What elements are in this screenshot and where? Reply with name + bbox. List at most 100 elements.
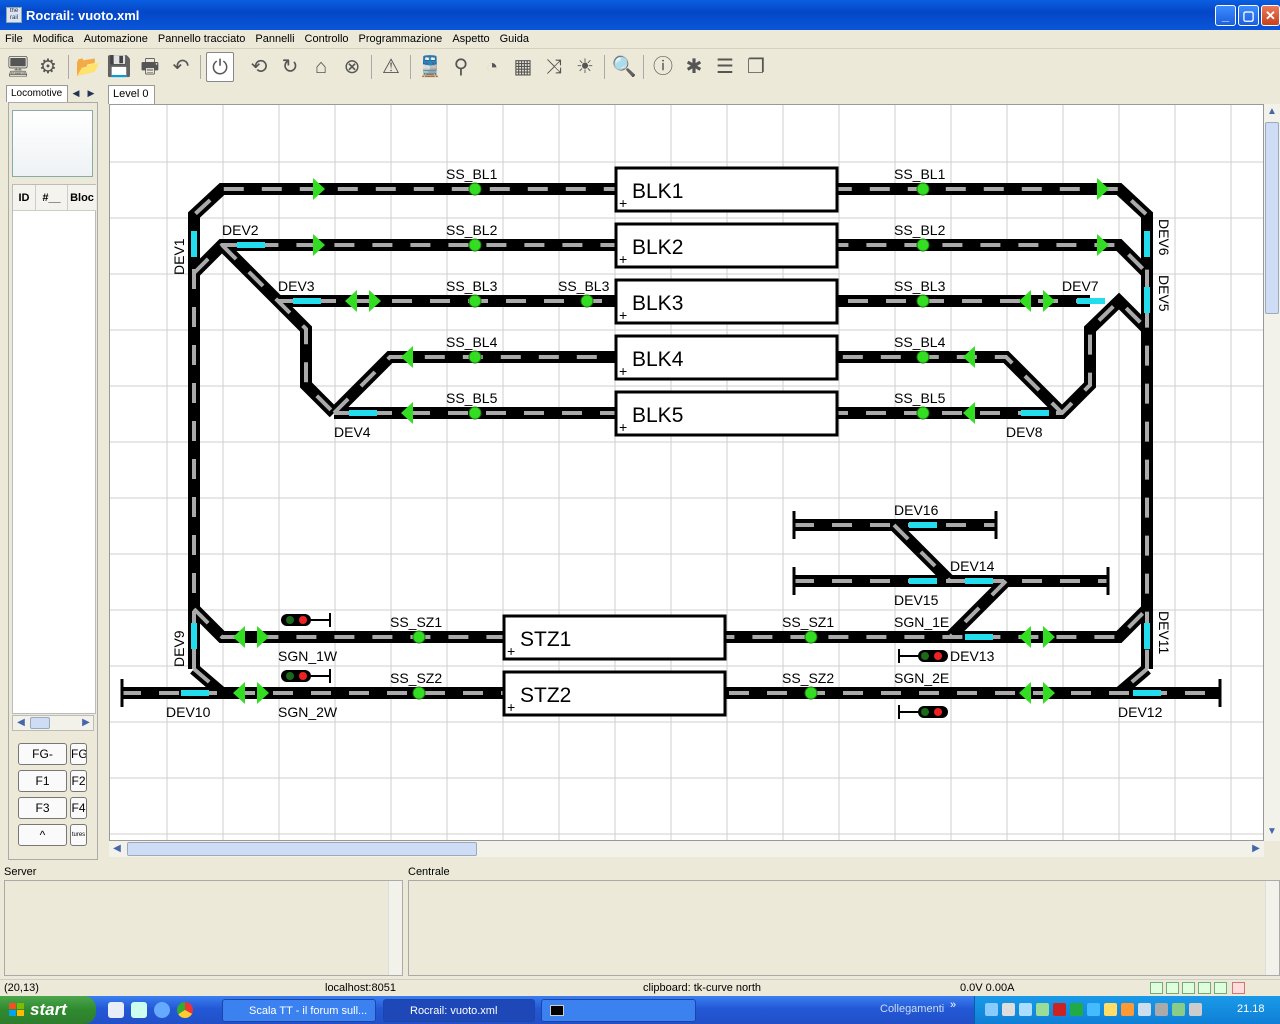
scroll-right-icon[interactable]: ▶ bbox=[78, 715, 94, 731]
tab-locomotive[interactable]: Locomotive bbox=[6, 85, 68, 102]
menu-pannelli[interactable]: Pannelli bbox=[250, 30, 299, 48]
track-bl3-west[interactable] bbox=[217, 240, 339, 418]
tray-antivirus-icon[interactable] bbox=[1053, 1003, 1066, 1016]
central-log-scrollbar[interactable] bbox=[1265, 881, 1279, 975]
tab-scroll-left-icon[interactable]: ◀ bbox=[70, 86, 82, 100]
menu-modifica[interactable]: Modifica bbox=[28, 30, 79, 48]
dev9-indicator[interactable] bbox=[191, 623, 197, 649]
column-header-block[interactable]: Bloc bbox=[68, 185, 96, 211]
server-log[interactable] bbox=[4, 880, 403, 976]
quicklaunch-ie-icon[interactable] bbox=[154, 1002, 170, 1018]
bug-icon[interactable]: ✱ bbox=[680, 52, 708, 82]
menu-guida[interactable]: Guida bbox=[495, 30, 534, 48]
dev16-indicator[interactable] bbox=[909, 522, 937, 528]
sensor-bl1-west[interactable] bbox=[468, 182, 482, 196]
dev7-indicator[interactable] bbox=[1077, 298, 1105, 304]
signal-sgn-2w[interactable] bbox=[281, 669, 331, 683]
fg-plus-button[interactable]: FG+ bbox=[70, 743, 87, 765]
column-header-address[interactable]: #__ bbox=[36, 185, 68, 211]
sensor-bl3-west[interactable] bbox=[468, 294, 482, 308]
settings-icon[interactable]: ⚙ bbox=[34, 52, 62, 82]
tray-network-icon[interactable] bbox=[985, 1003, 998, 1016]
plan-vertical-scrollbar[interactable]: ▲ ▼ bbox=[1264, 104, 1280, 841]
tray-volume-icon[interactable] bbox=[1189, 1003, 1202, 1016]
tab-level-0[interactable]: Level 0 bbox=[108, 85, 155, 104]
quicklaunch-desktop-icon[interactable] bbox=[108, 1002, 124, 1018]
f1-button[interactable]: F1 bbox=[18, 770, 67, 792]
dev15-indicator[interactable] bbox=[909, 578, 937, 584]
sensor-bl2-west[interactable] bbox=[468, 238, 482, 252]
grid-icon[interactable]: ▦ bbox=[509, 52, 537, 82]
server-log-scrollbar[interactable] bbox=[388, 881, 402, 975]
minimize-button[interactable]: _ bbox=[1215, 5, 1236, 26]
sensor-bl5-west[interactable] bbox=[468, 406, 482, 420]
fg-minus-button[interactable]: FG- bbox=[18, 743, 67, 765]
sensor-sz2-east[interactable] bbox=[804, 686, 818, 700]
quicklaunch-explorer-icon[interactable] bbox=[131, 1002, 147, 1018]
dev10-indicator[interactable] bbox=[181, 690, 209, 696]
menu-aspetto[interactable]: Aspetto bbox=[447, 30, 494, 48]
menu-controllo[interactable]: Controllo bbox=[300, 30, 354, 48]
scroll-thumb[interactable] bbox=[127, 842, 477, 856]
cycle-icon[interactable]: ⟲ bbox=[245, 52, 273, 82]
scroll-left-icon[interactable]: ◀ bbox=[109, 841, 125, 857]
menu-pannello-tracciato[interactable]: Pannello tracciato bbox=[153, 30, 250, 48]
dev14-indicator[interactable] bbox=[965, 578, 993, 584]
dev1-indicator[interactable] bbox=[191, 231, 197, 257]
start-button[interactable]: start bbox=[0, 996, 96, 1024]
dev2-indicator[interactable] bbox=[237, 242, 265, 248]
f2-button[interactable]: F2 bbox=[70, 770, 87, 792]
tray-messenger-icon[interactable] bbox=[1104, 1003, 1117, 1016]
dev3-indicator[interactable] bbox=[293, 298, 321, 304]
quicklaunch-chrome-icon[interactable] bbox=[177, 1002, 193, 1018]
sensor-bl4-west[interactable] bbox=[468, 350, 482, 364]
central-log[interactable] bbox=[408, 880, 1280, 976]
scroll-down-icon[interactable]: ▼ bbox=[1264, 824, 1280, 840]
f3-button[interactable]: F3 bbox=[18, 797, 67, 819]
tray-app-icon[interactable] bbox=[1070, 1003, 1083, 1016]
stop-icon[interactable]: ⊗ bbox=[338, 52, 366, 82]
tab-scroll-right-icon[interactable]: ▶ bbox=[85, 86, 97, 100]
shuffle-icon[interactable]: ⤨ bbox=[540, 52, 568, 82]
tray-firefox-icon[interactable] bbox=[1121, 1003, 1134, 1016]
scroll-thumb[interactable] bbox=[30, 717, 50, 729]
tray-device-icon[interactable] bbox=[1019, 1003, 1032, 1016]
maximize-button[interactable]: ▢ bbox=[1238, 5, 1259, 26]
sensor-bl3-west2[interactable] bbox=[580, 294, 594, 308]
sensor-bl1-east[interactable] bbox=[916, 182, 930, 196]
sensor-sz2-west[interactable] bbox=[412, 686, 426, 700]
dev4-indicator[interactable] bbox=[349, 410, 377, 416]
sensor-sz1-east[interactable] bbox=[804, 630, 818, 644]
signal-sgn-2e[interactable] bbox=[898, 705, 948, 719]
menu-programmazione[interactable]: Programmazione bbox=[354, 30, 448, 48]
signal-sgn-1w[interactable] bbox=[281, 613, 331, 627]
f4-button[interactable]: F4 bbox=[70, 797, 87, 819]
warning-icon[interactable]: ⚠ bbox=[377, 52, 405, 82]
sensor-sz1-west[interactable] bbox=[412, 630, 426, 644]
undo-icon[interactable]: ↶ bbox=[167, 52, 195, 82]
sensor-bl5-east[interactable] bbox=[916, 406, 930, 420]
dev5-indicator[interactable] bbox=[1144, 287, 1150, 313]
signal-sgn-1e[interactable] bbox=[898, 649, 948, 663]
scroll-left-icon[interactable]: ◀ bbox=[13, 715, 29, 731]
tray-security-icon[interactable] bbox=[1036, 1003, 1049, 1016]
features-button[interactable]: tures bbox=[70, 824, 87, 846]
sensor-bl2-east[interactable] bbox=[916, 238, 930, 252]
close-button[interactable]: ✕ bbox=[1261, 5, 1280, 26]
speedometer-icon[interactable]: ◔ bbox=[478, 52, 506, 82]
network-icon[interactable]: 🖥 bbox=[4, 52, 32, 82]
home-icon[interactable]: ⌂ bbox=[307, 52, 335, 82]
dev12-indicator[interactable] bbox=[1133, 690, 1161, 696]
locomotive-table[interactable]: ID #__ Bloc bbox=[12, 184, 96, 714]
menu-automazione[interactable]: Automazione bbox=[79, 30, 153, 48]
track-plan[interactable]: BLK1 BLK2 BLK3 BLK4 BLK5 STZ1 STZ2 + + +… bbox=[109, 104, 1264, 841]
throttle-icon[interactable]: ⚲ bbox=[447, 52, 475, 82]
dev13-indicator[interactable] bbox=[965, 634, 993, 640]
task-console[interactable] bbox=[541, 999, 696, 1022]
print-icon[interactable]: 🖶 bbox=[136, 52, 164, 82]
tray-update-icon[interactable] bbox=[1087, 1003, 1100, 1016]
dev11-indicator[interactable] bbox=[1144, 623, 1150, 649]
locomotive-table-hscroll[interactable]: ◀ ▶ bbox=[12, 715, 94, 731]
title-bar[interactable]: the rail Rocrail: vuoto.xml _ ▢ ✕ bbox=[0, 0, 1280, 30]
power-icon[interactable]: ⏻ bbox=[206, 52, 234, 82]
